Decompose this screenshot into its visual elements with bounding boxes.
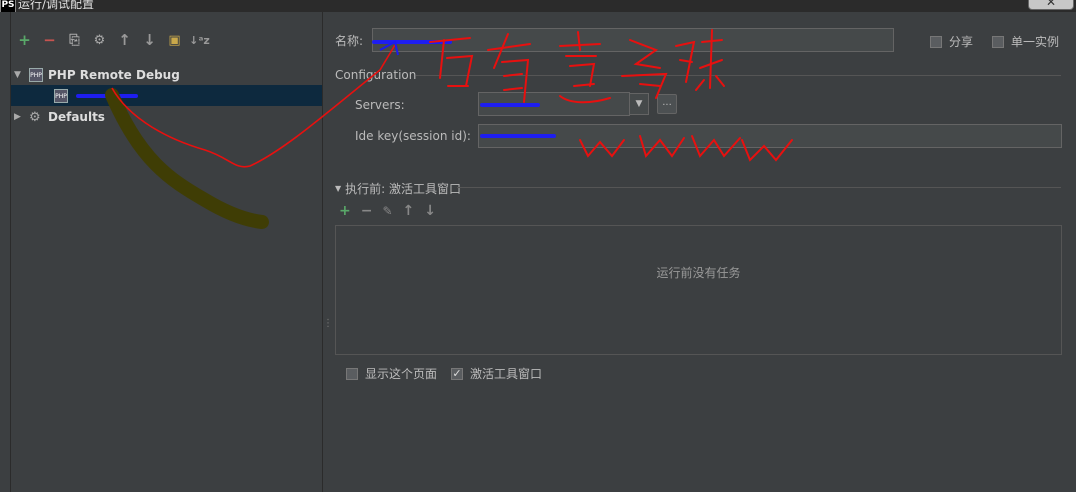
redaction-mark [372,40,452,44]
configurations-toolbar: + − ⎘ ⚙ ↑ ↓ ▣ ↓ᵃz [16,30,210,50]
tree-item-selected-config[interactable]: PHP [11,85,322,106]
tree-group-label: Defaults [48,109,105,124]
before-launch-toolbar: + − ✎ ↑ ↓ [339,203,436,219]
show-page-label: 显示这个页面 [365,367,438,381]
collapse-arrow-icon[interactable]: ▶ [14,112,24,122]
name-label: 名称: [335,34,364,48]
before-launch-header[interactable]: ▼ 执行前: 激活工具窗口 [335,180,461,197]
share-checkbox[interactable]: 分享 [930,33,973,50]
title-bar: PS 运行/调试配置 ✕ [0,0,1076,12]
edit-task-icon[interactable]: ✎ [382,204,392,218]
single-instance-checkbox-box[interactable] [992,35,1004,48]
configuration-form: 名称: 分享 单一实例 Configuration Servers: ▼ ...… [324,12,1076,492]
redaction-mark [480,134,556,138]
configuration-section-label: Configuration [335,68,417,82]
activate-tool-window-label: 激活工具窗口 [470,367,543,381]
remove-icon[interactable]: − [41,31,58,49]
close-button[interactable]: ✕ [1028,0,1074,10]
tree-group-php-remote-debug[interactable]: ▼ PHP PHP Remote Debug [11,64,322,85]
configuration-tree: ▼ PHP PHP Remote Debug PHP ▶ ⚙ Defaults [11,64,322,127]
wrench-icon[interactable]: ⚙ [91,32,108,49]
remove-task-icon[interactable]: − [361,203,373,219]
before-launch-label: 执行前: 激活工具窗口 [345,182,462,196]
servers-more-button[interactable]: ... [657,94,677,114]
folder-icon[interactable]: ▣ [166,32,183,49]
show-page-checkbox-box[interactable] [346,367,358,380]
ide-key-field[interactable] [478,124,1062,148]
window-title: 运行/调试配置 [18,0,95,11]
add-icon[interactable]: + [16,31,33,49]
activate-tool-window-checkbox[interactable]: ✓ 激活工具窗口 [451,365,542,382]
share-label: 分享 [949,35,974,49]
php-debug-icon: PHP [54,88,68,103]
single-instance-label: 单一实例 [1011,35,1060,49]
activate-tool-window-checkbox-box[interactable]: ✓ [451,367,463,380]
expand-arrow-icon[interactable]: ▼ [14,70,24,80]
single-instance-checkbox[interactable]: 单一实例 [992,33,1059,50]
tree-group-defaults[interactable]: ▶ ⚙ Defaults [11,106,322,127]
configuration-separator [416,75,1061,76]
servers-label: Servers: [355,98,405,112]
copy-icon[interactable]: ⎘ [66,32,83,49]
before-launch-separator [457,187,1061,188]
share-checkbox-box[interactable] [930,35,942,48]
show-page-checkbox[interactable]: 显示这个页面 [346,365,437,382]
configurations-panel: + − ⎘ ⚙ ↑ ↓ ▣ ↓ᵃz ▼ PHP PHP Remote Debug… [11,12,323,492]
no-tasks-text: 运行前没有任务 [656,266,741,280]
redaction-mark [76,94,138,98]
expand-arrow-icon[interactable]: ▼ [335,184,341,193]
defaults-wrench-icon: ⚙ [29,109,41,125]
before-launch-task-list[interactable]: 运行前没有任务 [335,225,1062,355]
sort-icon[interactable]: ↓ᵃz [189,32,210,49]
move-task-down-icon[interactable]: ↓ [424,203,436,219]
move-task-up-icon[interactable]: ↑ [403,203,415,219]
redaction-mark [480,103,540,107]
ide-key-label: Ide key(session id): [355,129,471,143]
move-up-icon[interactable]: ↑ [116,31,133,49]
php-icon: PHP [29,67,43,82]
app-icon: PS [0,0,16,12]
add-task-icon[interactable]: + [339,203,351,219]
move-down-icon[interactable]: ↓ [141,31,158,49]
tree-group-label: PHP Remote Debug [48,67,180,82]
dropdown-arrow-icon[interactable]: ▼ [629,93,649,115]
